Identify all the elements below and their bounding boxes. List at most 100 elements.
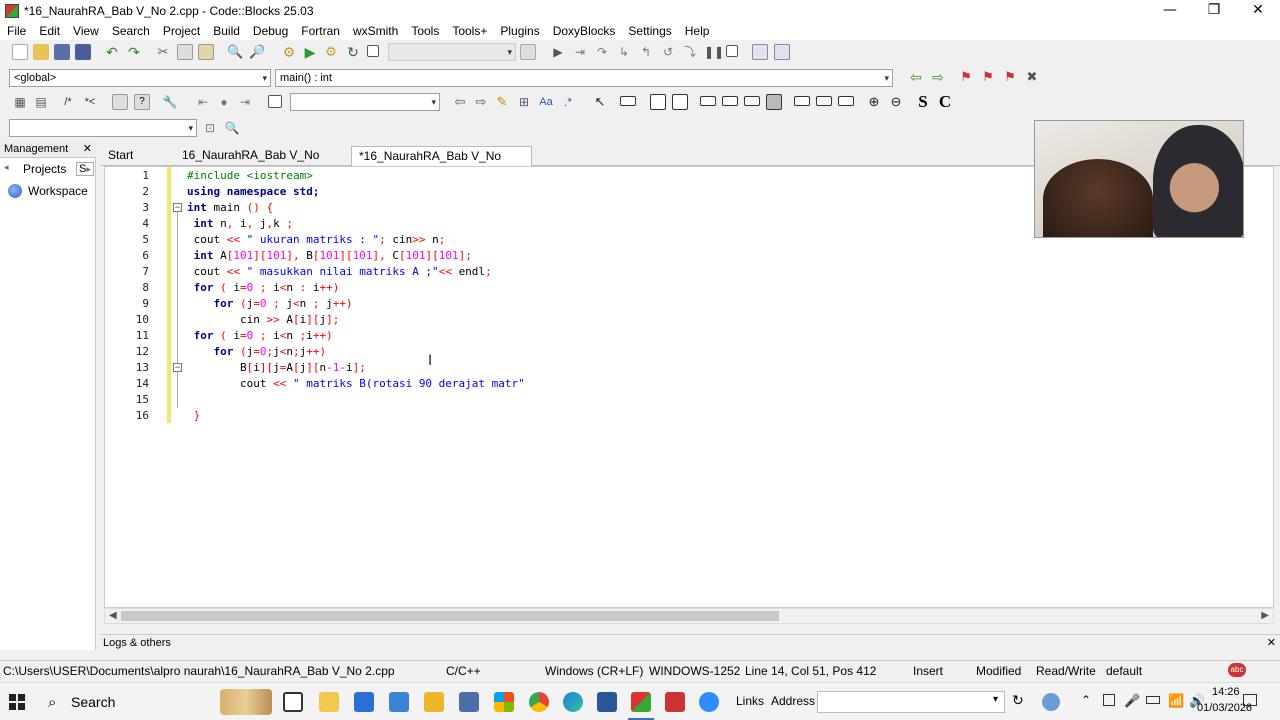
rebuild-icon[interactable]: ↻	[345, 44, 361, 60]
tab-symbols[interactable]: S▸	[76, 162, 94, 176]
next-line-icon[interactable]: ↷	[594, 44, 610, 60]
tray-monitor-icon[interactable]	[1103, 694, 1115, 706]
menu-search[interactable]: Search	[105, 24, 156, 38]
new-file-icon[interactable]	[12, 44, 28, 60]
highlight-icon[interactable]: ✎	[494, 94, 510, 110]
restore-button[interactable]: ❐	[1192, 0, 1236, 22]
record-icon[interactable]: ●	[216, 94, 232, 110]
run-to-cursor-icon[interactable]: ⇥	[572, 44, 588, 60]
notification-icon[interactable]	[1243, 694, 1257, 706]
paste-icon[interactable]	[198, 44, 214, 60]
function-combo[interactable]: main() : int ▾	[275, 69, 893, 87]
tree-item-workspace[interactable]: Workspace	[8, 183, 88, 199]
tab-file-no1[interactable]: 16_NaurahRA_Bab V_No 1.cpp✕	[175, 146, 351, 180]
file-explorer-icon[interactable]	[319, 692, 339, 712]
menu-view[interactable]: View	[66, 24, 105, 38]
task-view-icon[interactable]	[283, 692, 303, 712]
run-icon[interactable]: ▶	[302, 44, 318, 60]
tab-scroll-left-icon[interactable]: ◂	[4, 162, 9, 173]
build-toolbar-icon[interactable]: ▦	[12, 94, 28, 110]
debug-windows-icon[interactable]	[752, 44, 768, 60]
match-case-icon[interactable]: Aa	[538, 94, 554, 110]
build-target-combo[interactable]: ▾	[388, 43, 516, 61]
shape-tool-icon[interactable]	[794, 96, 810, 106]
editor-horizontal-scrollbar[interactable]: ◀ ▶	[104, 608, 1274, 624]
s-tool-icon[interactable]: S	[915, 93, 931, 111]
last-icon[interactable]: ⇥	[237, 94, 253, 110]
battery-icon[interactable]	[1146, 696, 1160, 704]
menu-tools[interactable]: Tools	[404, 24, 445, 38]
next-bookmark-icon[interactable]: ⚑	[1002, 69, 1018, 85]
minimize-button[interactable]: —	[1148, 0, 1192, 22]
tab-file-no2[interactable]: *16_NaurahRA_Bab V_No 2.cpp✕	[351, 146, 532, 181]
refresh-icon[interactable]: ↻	[1012, 692, 1024, 709]
diag-tool-icon[interactable]	[650, 94, 666, 110]
search-combo[interactable]: ▾	[290, 93, 440, 111]
scope-combo[interactable]: <global> ▾	[9, 69, 271, 87]
undo-icon[interactable]: ↶	[104, 44, 120, 60]
clear-bookmarks-icon[interactable]: ✖	[1024, 69, 1040, 85]
taskbar-search[interactable]: Search	[71, 694, 115, 710]
menu-build[interactable]: Build	[206, 24, 246, 38]
arrow-right-icon[interactable]: ⇨	[473, 94, 489, 110]
menu-fortran[interactable]: Fortran	[294, 24, 346, 38]
menu-doxyblocks[interactable]: DoxyBlocks	[546, 24, 622, 38]
build-icon[interactable]: ⚙	[281, 44, 297, 60]
pointer-icon[interactable]: ↖	[592, 94, 608, 110]
zoom-in-icon[interactable]: ⊕	[866, 94, 882, 110]
jump-forward-icon[interactable]: ⇨	[930, 69, 946, 85]
step-instruction-icon[interactable]: ⤵	[682, 44, 698, 60]
store-icon[interactable]	[354, 692, 374, 712]
taskbar-links[interactable]: Links	[736, 694, 764, 708]
pause-icon[interactable]: ❚❚	[704, 44, 724, 60]
next-instruction-icon[interactable]: ↺	[660, 44, 676, 60]
jump-combo[interactable]: ▾	[9, 119, 197, 137]
scroll-right-icon[interactable]: ▶	[1261, 610, 1269, 621]
step-into-icon[interactable]: ↳	[616, 44, 632, 60]
menu-wxsmith[interactable]: wxSmith	[346, 24, 404, 38]
word-icon[interactable]	[597, 692, 617, 712]
pdf-icon[interactable]	[665, 692, 685, 712]
search-go-icon[interactable]: ⊡	[202, 120, 218, 136]
management-close-button[interactable]: ✕	[83, 142, 92, 157]
menu-plugins[interactable]: Plugins	[493, 24, 545, 38]
selection-icon[interactable]: ⊞	[516, 94, 532, 110]
search-icon[interactable]: ⌕	[48, 693, 56, 711]
wrench-icon[interactable]: 🔧	[162, 94, 178, 110]
doxy-block-icon[interactable]	[112, 94, 128, 110]
box-tool3-icon[interactable]	[744, 96, 760, 106]
uncomment-icon[interactable]: *<	[82, 94, 98, 110]
step-out-icon[interactable]: ↰	[638, 44, 654, 60]
arrow-left-icon[interactable]: ⇦	[452, 94, 468, 110]
cut-icon[interactable]: ✂	[155, 44, 171, 60]
stop-debug-icon[interactable]	[726, 45, 738, 57]
calculator-icon[interactable]	[459, 692, 479, 712]
prev-bookmark-icon[interactable]: ⚑	[980, 69, 996, 85]
build-and-run-icon[interactable]: ⚙	[323, 44, 339, 60]
taskbar-time[interactable]: 14:26	[1212, 686, 1240, 698]
search-icon[interactable]: 🔍	[224, 120, 240, 136]
office-icon[interactable]	[494, 692, 514, 712]
menu-tools-plus[interactable]: Tools+	[445, 24, 493, 38]
network-icon[interactable]: 📶	[1168, 693, 1184, 709]
microphone-icon[interactable]: 🎤	[1124, 693, 1140, 709]
shape-tool2-icon[interactable]	[816, 96, 832, 106]
windows-start-icon[interactable]	[9, 694, 25, 710]
shape-tool3-icon[interactable]	[838, 96, 854, 106]
find-icon[interactable]: 🔍	[227, 44, 243, 60]
weather-icon[interactable]	[1042, 693, 1060, 711]
fold-toggle-icon[interactable]: −	[173, 203, 182, 212]
fold-toggle-icon[interactable]: −	[173, 363, 182, 372]
scroll-left-icon[interactable]: ◀	[109, 610, 117, 621]
edge-icon[interactable]	[563, 692, 583, 712]
media-icon[interactable]	[424, 692, 444, 712]
open-file-icon[interactable]	[33, 44, 49, 60]
tab-start-here[interactable]: Start here✕	[101, 146, 175, 180]
c-tool-icon[interactable]: C	[937, 93, 953, 111]
help-icon[interactable]: ?	[134, 94, 150, 110]
scrollbar-thumb[interactable]	[121, 611, 779, 621]
save-all-icon[interactable]	[75, 44, 91, 60]
debug-continue-icon[interactable]: ▶	[550, 44, 566, 60]
tray-chevron-icon[interactable]: ⌃	[1081, 693, 1091, 707]
comment-icon[interactable]: /*	[60, 94, 76, 110]
